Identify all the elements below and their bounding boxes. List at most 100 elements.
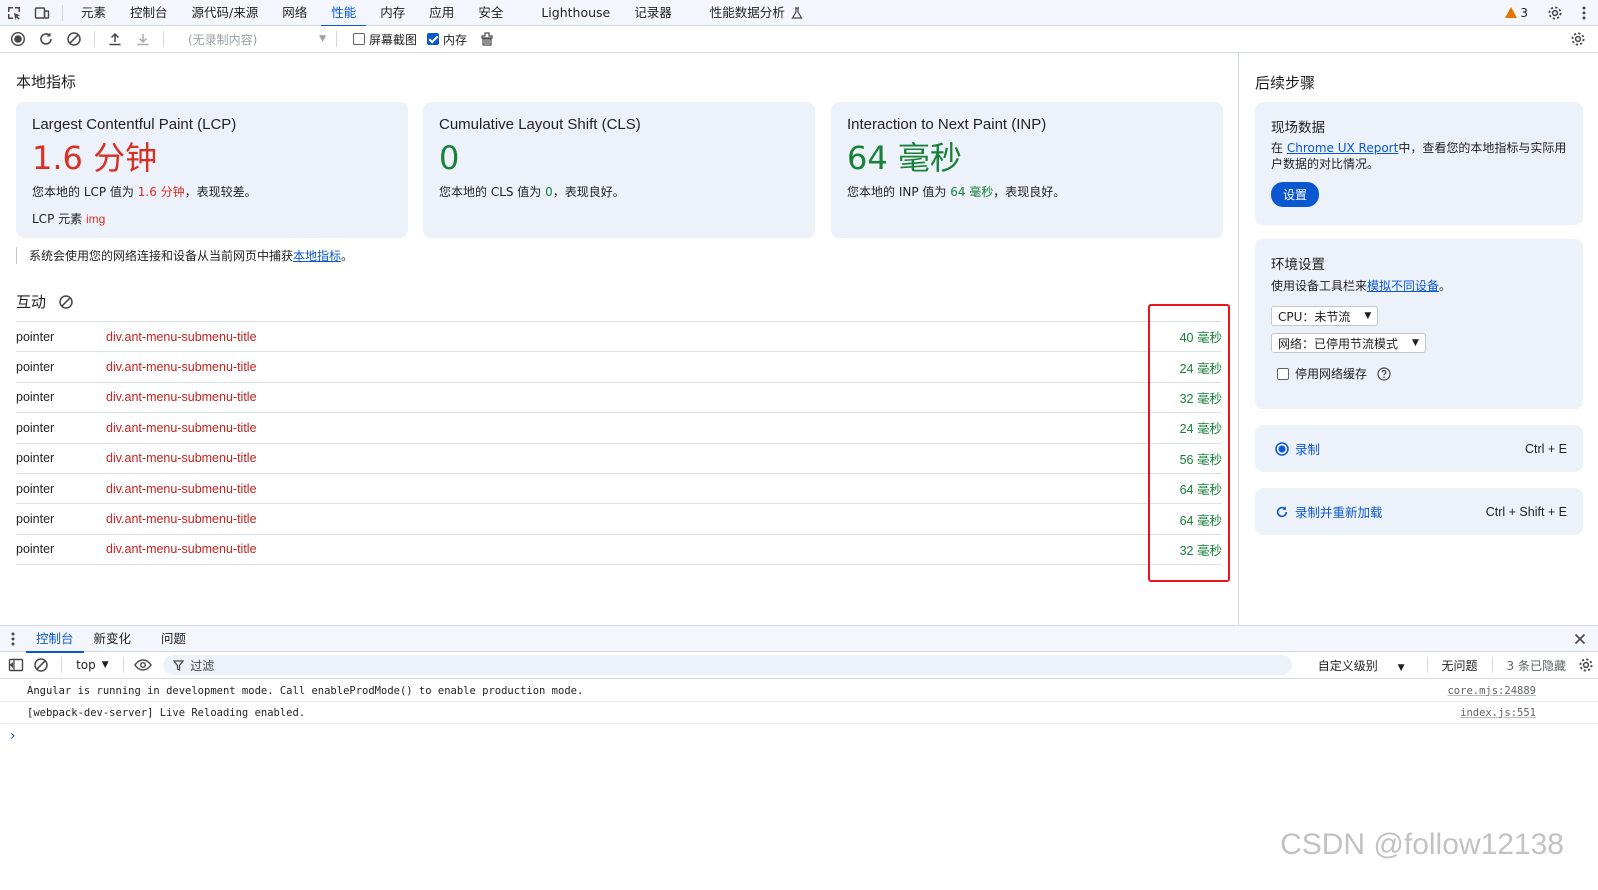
upload-profile-icon[interactable] bbox=[101, 26, 129, 52]
help-icon[interactable] bbox=[1377, 366, 1391, 381]
field-data-card: 现场数据 在 Chrome UX Report中，查看您的本地指标与实际用户数据… bbox=[1255, 102, 1583, 225]
tab-9[interactable]: 记录器 bbox=[622, 0, 684, 26]
clear-interactions-icon[interactable] bbox=[58, 294, 74, 310]
console-filter-input[interactable]: 过滤 bbox=[163, 655, 1292, 675]
interaction-row[interactable]: pointer div.ant-menu-submenu-title 40 毫秒 bbox=[16, 322, 1222, 353]
context-select[interactable]: top ▼ bbox=[68, 658, 117, 672]
interaction-row[interactable]: pointer div.ant-menu-submenu-title 64 毫秒 bbox=[16, 504, 1222, 535]
console-message-source[interactable]: index.js:551 bbox=[1460, 707, 1536, 719]
interaction-row[interactable]: pointer div.ant-menu-submenu-title 32 毫秒 bbox=[16, 535, 1222, 566]
dropdown-arrow-icon: ▼ bbox=[1364, 311, 1372, 321]
local-metrics-link[interactable]: 本地指标 bbox=[293, 249, 341, 263]
setup-button[interactable]: 设置 bbox=[1271, 182, 1320, 207]
settings-gear-icon[interactable] bbox=[1542, 0, 1568, 26]
field-desc-prefix: 在 bbox=[1271, 141, 1287, 155]
device-toolbar-icon[interactable] bbox=[28, 0, 56, 26]
garbage-collect-icon[interactable] bbox=[473, 26, 501, 52]
network-throttle-select[interactable]: 网络：已停用节流模式 ▼ bbox=[1271, 333, 1426, 353]
drawer-menu-icon[interactable] bbox=[0, 626, 26, 652]
tab-5[interactable]: 内存 bbox=[368, 0, 417, 26]
clear-console-icon[interactable] bbox=[28, 652, 56, 678]
record-reload-card[interactable]: 录制并重新加载 Ctrl + Shift + E bbox=[1255, 488, 1583, 535]
live-expression-eye-icon[interactable] bbox=[130, 652, 158, 678]
interaction-element[interactable]: div.ant-menu-submenu-title bbox=[106, 542, 257, 556]
interactions-header: 互动 bbox=[16, 291, 74, 312]
lcp-description: 您本地的 LCP 值为 1.6 分钟，表现较差。 bbox=[32, 183, 392, 200]
tab-4[interactable]: 性能 bbox=[319, 0, 368, 27]
tab-7[interactable]: 安全 bbox=[466, 0, 515, 26]
drawer-tab-whats-new[interactable]: 新变化 bbox=[84, 626, 142, 652]
checkbox-box-checked[interactable] bbox=[427, 33, 440, 45]
record-icon[interactable] bbox=[4, 26, 32, 52]
record-shortcut: Ctrl + E bbox=[1524, 441, 1567, 456]
memory-checkbox[interactable]: 内存 bbox=[427, 31, 467, 48]
record-card[interactable]: 录制 Ctrl + E bbox=[1255, 425, 1583, 472]
record-reload-label[interactable]: 录制并重新加载 bbox=[1295, 502, 1383, 521]
tab-2[interactable]: 源代码/来源 bbox=[180, 0, 271, 26]
recording-select-value: (无录制内容) bbox=[188, 32, 258, 47]
cls-card: Cumulative Layout Shift (CLS) 0 您本地的 CLS… bbox=[423, 102, 815, 238]
interaction-row[interactable]: pointer div.ant-menu-submenu-title 24 毫秒 bbox=[16, 413, 1222, 444]
disable-cache-checkbox[interactable] bbox=[1277, 367, 1289, 380]
interaction-element[interactable]: div.ant-menu-submenu-title bbox=[106, 512, 257, 526]
context-value: top bbox=[76, 658, 96, 672]
interaction-element[interactable]: div.ant-menu-submenu-title bbox=[106, 360, 257, 374]
lcp-element-link[interactable]: img bbox=[86, 212, 105, 226]
console-message-text: [webpack-dev-server] Live Reloading enab… bbox=[27, 706, 306, 719]
inspect-element-icon[interactable] bbox=[0, 0, 28, 26]
interaction-row[interactable]: pointer div.ant-menu-submenu-title 24 毫秒 bbox=[16, 352, 1222, 383]
lcp-card: Largest Contentful Paint (LCP) 1.6 分钟 您本… bbox=[16, 102, 408, 238]
screenshot-label: 屏幕截图 bbox=[369, 32, 418, 47]
drawer-tab-console[interactable]: 控制台 bbox=[26, 626, 84, 653]
tab-6[interactable]: 应用 bbox=[417, 0, 466, 26]
divider bbox=[163, 31, 164, 47]
reload-record-icon[interactable] bbox=[32, 26, 60, 52]
interaction-type: pointer bbox=[16, 390, 55, 405]
recording-select[interactable]: (无录制内容) ▼ bbox=[174, 29, 330, 49]
screenshot-checkbox[interactable]: 屏幕截图 bbox=[353, 31, 417, 48]
divider bbox=[61, 657, 63, 673]
console-message-source[interactable]: core.mjs:24889 bbox=[1447, 685, 1536, 697]
network-throttle-value: 网络：已停用节流模式 bbox=[1278, 336, 1399, 351]
tab-10[interactable]: 性能数据分析 bbox=[684, 0, 797, 26]
tab-1[interactable]: 控制台 bbox=[118, 0, 180, 26]
cpu-throttle-select[interactable]: CPU：未节流 ▼ bbox=[1271, 306, 1379, 326]
interaction-row[interactable]: pointer div.ant-menu-submenu-title 56 毫秒 bbox=[16, 444, 1222, 474]
console-settings-gear-icon[interactable] bbox=[1574, 657, 1598, 673]
crux-link[interactable]: Chrome UX Report bbox=[1287, 141, 1398, 155]
interaction-element[interactable]: div.ant-menu-submenu-title bbox=[106, 330, 257, 344]
console-message: [webpack-dev-server] Live Reloading enab… bbox=[0, 702, 1598, 724]
record-label[interactable]: 录制 bbox=[1295, 439, 1320, 458]
inp-name: Interaction to Next Paint (INP) bbox=[847, 116, 1047, 133]
interaction-type: pointer bbox=[16, 542, 55, 557]
interaction-type: pointer bbox=[16, 481, 55, 496]
tab-0[interactable]: 元素 bbox=[69, 0, 118, 26]
interaction-element[interactable]: div.ant-menu-submenu-title bbox=[106, 390, 257, 404]
inp-desc-value: 64 毫秒 bbox=[950, 185, 994, 199]
environment-description: 使用设备工具栏来模拟不同设备。 bbox=[1271, 277, 1567, 294]
interaction-element[interactable]: div.ant-menu-submenu-title bbox=[106, 482, 257, 496]
warnings-badge[interactable]: 3 bbox=[1497, 6, 1536, 20]
download-profile-icon[interactable] bbox=[129, 26, 157, 52]
drawer-tab-issues[interactable]: 问题 bbox=[151, 626, 196, 652]
checkbox-box[interactable] bbox=[353, 33, 365, 45]
interaction-row[interactable]: pointer div.ant-menu-submenu-title 64 毫秒 bbox=[16, 474, 1222, 505]
tab-8[interactable]: Lighthouse bbox=[515, 0, 622, 26]
tab-3[interactable]: 网络 bbox=[270, 0, 319, 26]
note-suffix: 。 bbox=[341, 249, 354, 263]
interaction-row[interactable]: pointer div.ant-menu-submenu-title 32 毫秒 bbox=[16, 383, 1222, 414]
local-metrics-title: 本地指标 bbox=[16, 73, 77, 91]
interaction-element[interactable]: div.ant-menu-submenu-title bbox=[106, 421, 257, 435]
capture-settings-gear-icon[interactable] bbox=[1564, 26, 1592, 52]
emulate-devices-link[interactable]: 模拟不同设备 bbox=[1367, 279, 1439, 293]
more-options-icon[interactable] bbox=[1574, 0, 1594, 26]
issues-count[interactable]: 无问题 bbox=[1434, 657, 1486, 674]
inp-value: 64 毫秒 bbox=[847, 139, 962, 177]
lcp-desc-suffix: ，表现较差。 bbox=[184, 185, 257, 199]
close-drawer-icon[interactable] bbox=[1562, 626, 1598, 652]
log-level-select[interactable]: 自定义级别 ▼ bbox=[1302, 657, 1421, 674]
sidebar-toggle-icon[interactable] bbox=[4, 652, 28, 678]
clear-icon[interactable] bbox=[60, 26, 88, 52]
console-prompt[interactable]: › bbox=[0, 728, 1598, 744]
interaction-element[interactable]: div.ant-menu-submenu-title bbox=[106, 451, 257, 465]
